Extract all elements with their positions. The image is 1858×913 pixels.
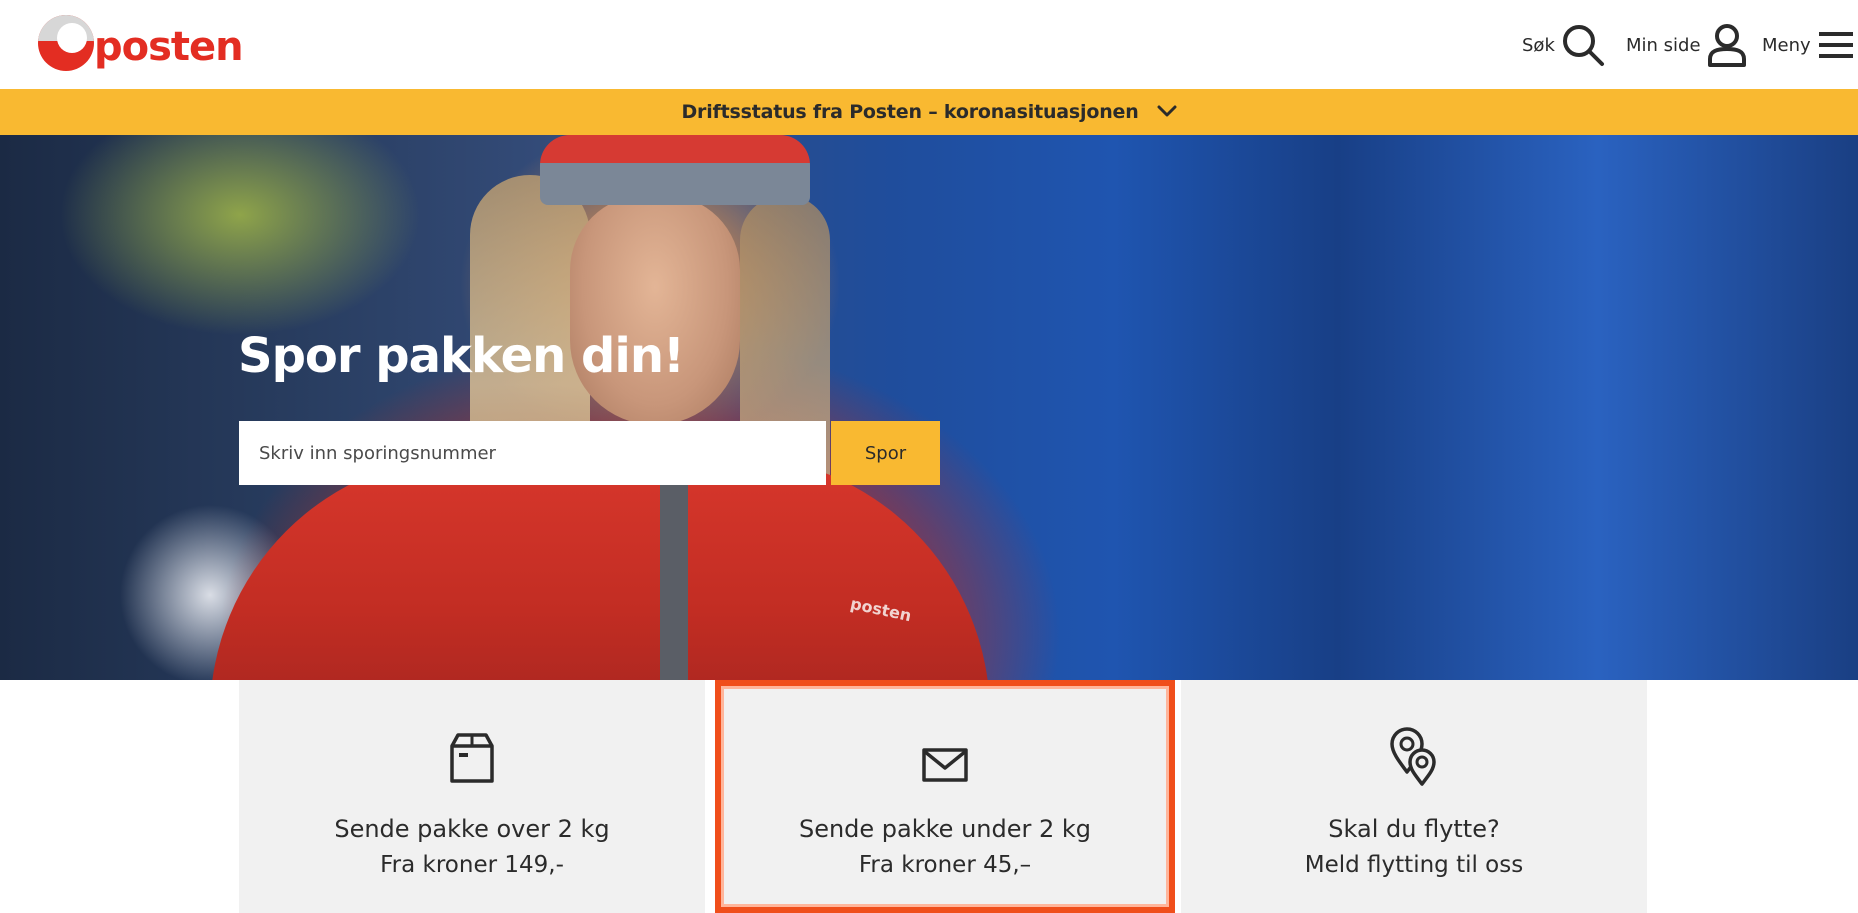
location-pins-icon (1388, 726, 1440, 790)
card-subtitle: Fra kroner 45,– (858, 852, 1032, 878)
hero-photo-zip (660, 465, 688, 680)
track-button[interactable]: Spor (831, 421, 940, 485)
card-title: Skal du flytte? (1328, 815, 1500, 843)
hero-photo-face (570, 195, 740, 425)
user-icon (1707, 23, 1747, 67)
hero-title: Spor pakken din! (238, 328, 685, 384)
chevron-down-icon (1157, 103, 1177, 122)
menu-icon (1817, 29, 1855, 61)
service-cards: Sende pakke over 2 kg Fra kroner 149,- S… (239, 680, 1647, 913)
hero-section: posten Spor pakken din! Spor (0, 135, 1858, 680)
card-moving[interactable]: Skal du flytte? Meld flytting til oss (1181, 680, 1647, 913)
search-link[interactable]: Søk (1522, 20, 1605, 70)
posten-logo[interactable]: posten (38, 15, 248, 77)
search-icon (1561, 23, 1605, 67)
hero-photo-jacket (210, 455, 990, 680)
card-title: Sende pakke over 2 kg (334, 815, 610, 843)
menu-button[interactable]: Meny (1762, 20, 1855, 70)
envelope-icon (922, 748, 968, 786)
card-send-package-under-2kg[interactable]: Sende pakke under 2 kg Fra kroner 45,– (715, 680, 1175, 913)
logo-text: posten (94, 24, 244, 70)
hero-photo-cap (540, 135, 810, 205)
site-header: posten Søk Min side Meny (0, 0, 1858, 89)
search-label: Søk (1522, 34, 1555, 56)
status-banner[interactable]: Driftsstatus fra Posten – koronasituasjo… (0, 89, 1858, 135)
min-side-link[interactable]: Min side (1626, 20, 1747, 70)
card-subtitle: Meld flytting til oss (1304, 852, 1524, 878)
card-subtitle: Fra kroner 149,- (380, 852, 564, 878)
package-icon (449, 732, 495, 788)
min-side-label: Min side (1626, 34, 1701, 56)
status-banner-text: Driftsstatus fra Posten – koronasituasjo… (681, 101, 1139, 123)
card-send-package-over-2kg[interactable]: Sende pakke over 2 kg Fra kroner 149,- (239, 680, 705, 913)
menu-label: Meny (1762, 34, 1811, 56)
posten-logo-mark-icon (38, 15, 94, 71)
card-title: Sende pakke under 2 kg (798, 815, 1092, 843)
tracking-number-input[interactable] (239, 421, 826, 485)
